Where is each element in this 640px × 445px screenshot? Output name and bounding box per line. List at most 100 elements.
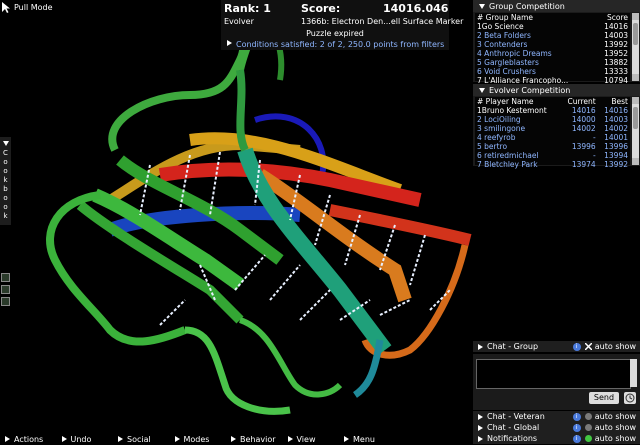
group-competition-header[interactable]: Group Competition: [473, 0, 640, 12]
menu-label: View: [296, 434, 316, 444]
col-player-name: # Player Name: [477, 97, 534, 106]
player-name[interactable]: 2 LociOiling: [475, 115, 560, 124]
cookbook-tab[interactable]: Cookbook: [0, 137, 11, 225]
player-best: 14003: [604, 115, 628, 124]
info-icon[interactable]: i: [572, 423, 581, 432]
group-name[interactable]: 6 Void Crushers: [475, 67, 595, 76]
puzzle-status: Puzzle expired: [306, 29, 364, 38]
evolver-competition-header[interactable]: Evolver Competition: [473, 84, 640, 96]
table-row[interactable]: 2 LociOiling 14000 14003: [475, 115, 630, 124]
group-name[interactable]: 2 Beta Folders: [475, 31, 595, 40]
group-score: 13333: [604, 67, 628, 76]
menu-label: Menu: [353, 434, 375, 444]
player-name: 1Bruno Kestemont: [477, 106, 547, 115]
group-competition-panel: Group Competition # Group Name Score 1Go…: [473, 0, 640, 85]
expand-arrow-icon: [174, 436, 180, 442]
group-name[interactable]: 3 Contenders: [475, 40, 595, 49]
player-current: 13996: [571, 142, 596, 151]
expand-arrow-icon: [478, 435, 483, 442]
menu-undo[interactable]: Undo: [57, 433, 114, 445]
table-row[interactable]: 3 Contenders 13992: [475, 40, 630, 49]
conditions-toggle[interactable]: Conditions satisfied: 2 of 2, 250.0 poin…: [227, 40, 444, 49]
status-dot-icon: [584, 435, 592, 442]
table-row[interactable]: 6 retiredmichael -13994: [475, 151, 630, 160]
chat-input[interactable]: [476, 359, 631, 389]
cursor-icon: [2, 2, 10, 13]
auto-show-toggle[interactable]: auto show: [584, 423, 636, 432]
chat-icon[interactable]: [1, 273, 10, 282]
notes-icon[interactable]: [1, 297, 10, 306]
menu-label: Behavior: [240, 434, 276, 444]
pull-mode-indicator[interactable]: Pull Mode: [2, 2, 53, 13]
chat-group-header[interactable]: Chat - Group i auto show: [473, 341, 640, 352]
chat-veteran-label: Chat - Veteran: [487, 412, 545, 421]
score-label: Score:: [301, 2, 341, 15]
collapse-arrow-icon: [479, 87, 485, 93]
player-current: 14016: [571, 106, 596, 115]
player-name[interactable]: 3 smilingone: [475, 124, 560, 133]
group-name[interactable]: 5 Gargleblasters: [475, 58, 595, 67]
info-icon[interactable]: i: [572, 342, 581, 351]
scroll-up-button[interactable]: [632, 13, 639, 20]
auto-show-toggle[interactable]: auto show: [584, 434, 636, 443]
status-dot-icon: [584, 424, 592, 431]
table-row[interactable]: 6 Void Crushers 13333: [475, 67, 630, 76]
table-row[interactable]: 4 reefyrob -14001: [475, 133, 630, 142]
notifications-header[interactable]: Notifications i auto show: [473, 433, 640, 444]
table-row[interactable]: 1Bruno Kestemont 14016 14016: [475, 106, 630, 115]
menu-behavior[interactable]: Behavior: [226, 433, 283, 445]
expand-arrow-icon: [118, 436, 123, 442]
send-button[interactable]: Send: [589, 392, 619, 404]
player-name: Evolver: [224, 17, 254, 26]
table-row[interactable]: 5 bertro 13996 13996: [475, 142, 630, 151]
scroll-up-button[interactable]: [632, 97, 639, 104]
evolver-scrollbar[interactable]: [632, 97, 639, 165]
player-name[interactable]: 4 reefyrob: [475, 133, 560, 142]
chat-global-label: Chat - Global: [487, 423, 540, 432]
player-name[interactable]: 6 retiredmichael: [475, 151, 560, 160]
menu-actions[interactable]: Actions: [0, 433, 57, 445]
auto-show-label: auto show: [594, 412, 636, 421]
expand-arrow-icon: [5, 436, 10, 442]
group-scrollbar[interactable]: [632, 13, 639, 81]
evolver-competition-panel: Evolver Competition # Player Name Curren…: [473, 84, 640, 169]
status-dot-icon: [584, 413, 592, 420]
table-row[interactable]: 4 Anthropic Dreams 13952: [475, 49, 630, 58]
group-name: 1Go Science: [477, 22, 524, 31]
info-icon[interactable]: i: [572, 434, 581, 443]
table-row[interactable]: 1Go Science 14016: [475, 22, 630, 31]
player-name[interactable]: 7 Bletchley Park: [475, 160, 560, 169]
scroll-down-button[interactable]: [632, 74, 639, 81]
chat-scrollbar[interactable]: [630, 359, 637, 387]
player-best: 13994: [604, 151, 628, 160]
player-current: 14002: [571, 124, 596, 133]
rank-text: Rank: 1: [224, 2, 271, 15]
table-row[interactable]: 5 Gargleblasters 13882: [475, 58, 630, 67]
col-best: Best: [611, 97, 628, 106]
menu-view[interactable]: View: [283, 433, 340, 445]
menu-label: Undo: [70, 434, 92, 444]
group-score: 13992: [604, 40, 628, 49]
menu-modes[interactable]: Modes: [170, 433, 227, 445]
group-competition-title: Group Competition: [489, 1, 565, 11]
scroll-thumb[interactable]: [633, 23, 638, 45]
auto-show-toggle[interactable]: auto show: [584, 342, 636, 351]
table-row[interactable]: 3 smilingone 14002 14002: [475, 124, 630, 133]
chat-global-header[interactable]: Chat - Global i auto show: [473, 422, 640, 433]
chat-veteran-header[interactable]: Chat - Veteran i auto show: [473, 411, 640, 422]
menu-label: Modes: [183, 434, 210, 444]
auto-show-toggle[interactable]: auto show: [584, 412, 636, 421]
tools-icon[interactable]: [1, 285, 10, 294]
scroll-thumb[interactable]: [633, 107, 638, 129]
player-name[interactable]: 5 bertro: [475, 142, 560, 151]
group-name[interactable]: 4 Anthropic Dreams: [475, 49, 595, 58]
menu-menu[interactable]: Menu: [339, 433, 396, 445]
history-button[interactable]: [624, 392, 636, 404]
table-row[interactable]: 2 Beta Folders 14003: [475, 31, 630, 40]
table-row[interactable]: 7 Bletchley Park 13974 13992: [475, 160, 630, 169]
score-panel: Rank: 1 Score: 14016.046 Evolver 1366b: …: [221, 0, 463, 50]
info-icon[interactable]: i: [572, 412, 581, 421]
evolver-table-container: # Player Name Current Best 1Bruno Kestem…: [475, 97, 630, 169]
scroll-down-button[interactable]: [632, 158, 639, 165]
menu-social[interactable]: Social: [113, 433, 170, 445]
